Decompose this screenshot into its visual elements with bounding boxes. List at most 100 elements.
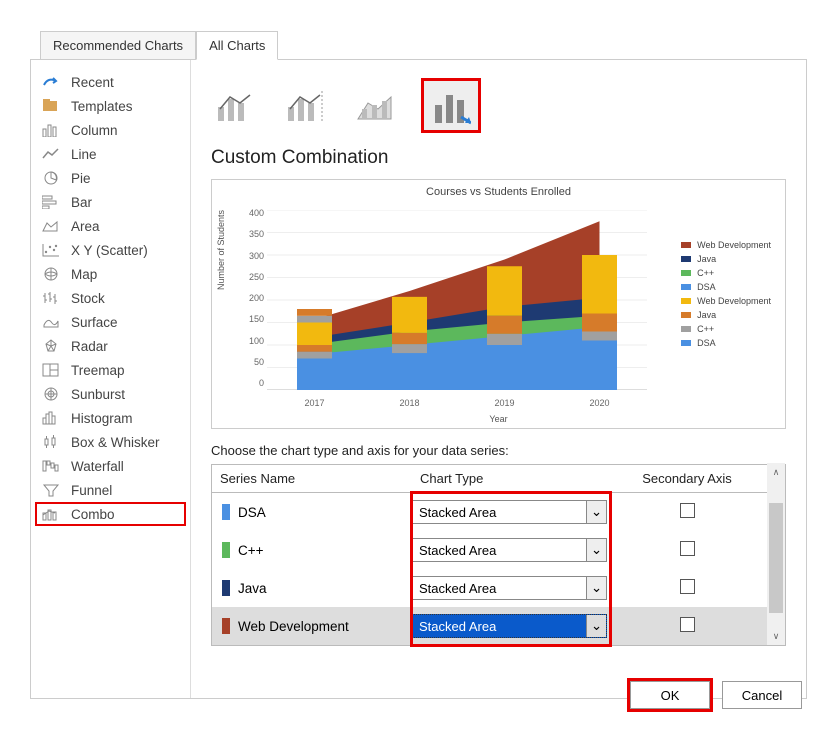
chart-type-dropdown-dsa[interactable]: Stacked Area⌄ (412, 500, 607, 524)
dialog-content: Recent Templates Column Line Pie Bar Are… (30, 59, 807, 699)
variant-stacked-area-column[interactable] (351, 86, 401, 126)
map-icon (41, 266, 61, 282)
header-chart-type: Chart Type (412, 465, 632, 492)
y-axis-label: Number of Students (216, 210, 226, 290)
sidebar-item-bar[interactable]: Bar (31, 190, 190, 214)
series-instruction: Choose the chart type and axis for your … (211, 443, 786, 458)
series-row-dsa: DSA Stacked Area⌄ (212, 493, 785, 531)
sidebar-item-area[interactable]: Area (31, 214, 190, 238)
sidebar-item-radar[interactable]: Radar (31, 334, 190, 358)
boxwhisker-icon (41, 434, 61, 450)
chart-title: Courses vs Students Enrolled (212, 180, 785, 198)
scroll-up-icon[interactable]: ∧ (767, 463, 785, 481)
series-row-webdev: Web Development Stacked Area⌄ (212, 607, 785, 645)
legend-swatch (681, 312, 691, 318)
bar-2017 (297, 309, 332, 390)
stock-icon (41, 290, 61, 306)
tab-recommended[interactable]: Recommended Charts (40, 31, 196, 59)
legend-swatch (681, 298, 691, 304)
cancel-button[interactable]: Cancel (722, 681, 802, 709)
sidebar-item-label: Map (71, 267, 97, 282)
series-color-swatch (222, 504, 230, 520)
x-axis-ticks: 2017 2018 2019 2020 (267, 398, 647, 408)
sidebar-item-boxwhisker[interactable]: Box & Whisker (31, 430, 190, 454)
sidebar-item-label: X Y (Scatter) (71, 243, 148, 258)
series-row-cpp: C++ Stacked Area⌄ (212, 531, 785, 569)
variant-clustered-column-line[interactable] (211, 86, 261, 126)
chart-preview: Courses vs Students Enrolled Number of S… (211, 179, 786, 429)
sidebar-item-recent[interactable]: Recent (31, 70, 190, 94)
sidebar-item-label: Waterfall (71, 459, 124, 474)
chart-type-sidebar: Recent Templates Column Line Pie Bar Are… (31, 60, 191, 698)
sidebar-item-label: Radar (71, 339, 108, 354)
sunburst-icon (41, 386, 61, 402)
sidebar-item-pie[interactable]: Pie (31, 166, 190, 190)
legend-swatch (681, 256, 691, 262)
sidebar-item-label: Line (71, 147, 97, 162)
sidebar-item-label: Recent (71, 75, 114, 90)
sidebar-item-treemap[interactable]: Treemap (31, 358, 190, 382)
sidebar-item-column[interactable]: Column (31, 118, 190, 142)
sidebar-item-label: Sunburst (71, 387, 125, 402)
histogram-icon (41, 410, 61, 426)
dialog-footer: OK Cancel (630, 681, 802, 709)
area-icon (41, 218, 61, 234)
scroll-thumb[interactable] (769, 503, 783, 613)
header-secondary-axis: Secondary Axis (632, 465, 742, 492)
sidebar-item-label: Histogram (71, 411, 133, 426)
secondary-axis-checkbox-dsa[interactable] (680, 503, 695, 518)
variant-title: Custom Combination (211, 147, 786, 169)
secondary-axis-checkbox-webdev[interactable] (680, 617, 695, 632)
combo-icon (41, 506, 61, 522)
chart-type-dropdown-cpp[interactable]: Stacked Area⌄ (412, 538, 607, 562)
sidebar-item-label: Bar (71, 195, 92, 210)
surface-icon (41, 314, 61, 330)
sidebar-item-label: Pie (71, 171, 91, 186)
sidebar-item-sunburst[interactable]: Sunburst (31, 382, 190, 406)
main-panel: Custom Combination Courses vs Students E… (191, 60, 806, 698)
legend-swatch (681, 326, 691, 332)
sidebar-item-scatter[interactable]: X Y (Scatter) (31, 238, 190, 262)
secondary-axis-checkbox-java[interactable] (680, 579, 695, 594)
sidebar-item-stock[interactable]: Stock (31, 286, 190, 310)
sidebar-item-label: Surface (71, 315, 118, 330)
chevron-down-icon: ⌄ (586, 615, 606, 637)
tab-all-charts[interactable]: All Charts (196, 31, 278, 60)
series-table: Series Name Chart Type Secondary Axis DS… (211, 464, 786, 646)
scatter-icon (41, 242, 61, 258)
templates-icon (41, 98, 61, 114)
bar-icon (41, 194, 61, 210)
series-scrollbar[interactable]: ∧ ∨ (767, 463, 785, 645)
variant-clustered-column-line-secondary[interactable] (281, 86, 331, 126)
line-icon (41, 146, 61, 162)
bar-2019 (487, 266, 522, 390)
sidebar-item-label: Column (71, 123, 118, 138)
x-axis-label: Year (489, 414, 507, 424)
series-color-swatch (222, 618, 230, 634)
chart-type-dropdown-webdev[interactable]: Stacked Area⌄ (412, 614, 607, 638)
scroll-down-icon[interactable]: ∨ (767, 627, 785, 645)
ok-button[interactable]: OK (630, 681, 710, 709)
header-series-name: Series Name (212, 465, 412, 492)
series-row-java: Java Stacked Area⌄ (212, 569, 785, 607)
legend-swatch (681, 242, 691, 248)
secondary-axis-checkbox-cpp[interactable] (680, 541, 695, 556)
series-color-swatch (222, 542, 230, 558)
column-icon (41, 122, 61, 138)
chart-plot-area (267, 210, 647, 390)
pie-icon (41, 170, 61, 186)
sidebar-item-label: Combo (71, 507, 115, 522)
recent-icon (41, 74, 61, 90)
sidebar-item-label: Area (71, 219, 100, 234)
sidebar-item-map[interactable]: Map (31, 262, 190, 286)
variant-custom-combination[interactable] (421, 78, 481, 133)
sidebar-item-surface[interactable]: Surface (31, 310, 190, 334)
sidebar-item-funnel[interactable]: Funnel (31, 478, 190, 502)
sidebar-item-combo[interactable]: Combo (35, 502, 186, 526)
chart-type-dropdown-java[interactable]: Stacked Area⌄ (412, 576, 607, 600)
sidebar-item-templates[interactable]: Templates (31, 94, 190, 118)
sidebar-item-waterfall[interactable]: Waterfall (31, 454, 190, 478)
sidebar-item-histogram[interactable]: Histogram (31, 406, 190, 430)
dialog-tabs: Recommended Charts All Charts (40, 30, 807, 59)
sidebar-item-line[interactable]: Line (31, 142, 190, 166)
